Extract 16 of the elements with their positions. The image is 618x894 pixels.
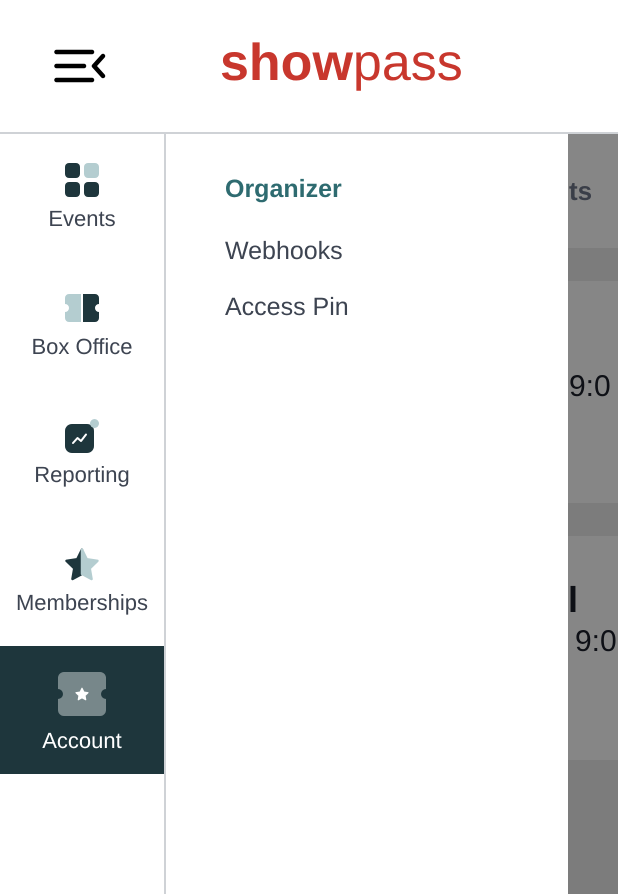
card-title-fragment: l (568, 580, 578, 620)
submenu-link[interactable]: Access Pin (225, 292, 349, 322)
ticket-star-icon (58, 672, 106, 716)
grid-icon (65, 163, 99, 197)
submenu-link[interactable]: Webhooks (225, 236, 343, 266)
menu-icon (54, 49, 106, 83)
menu-button[interactable] (54, 49, 106, 83)
page-heading-fragment: ts (569, 176, 592, 206)
card-text-fragment: 9:0 (569, 369, 611, 405)
section-heading: Organizer (225, 174, 342, 204)
chart-icon (65, 419, 99, 453)
card-text-fragment: 9:0 (575, 624, 617, 660)
nav-item[interactable]: Account (0, 646, 164, 774)
app-logo: showpass (220, 37, 463, 89)
star-icon (65, 548, 99, 580)
ticket-icon (65, 294, 99, 322)
